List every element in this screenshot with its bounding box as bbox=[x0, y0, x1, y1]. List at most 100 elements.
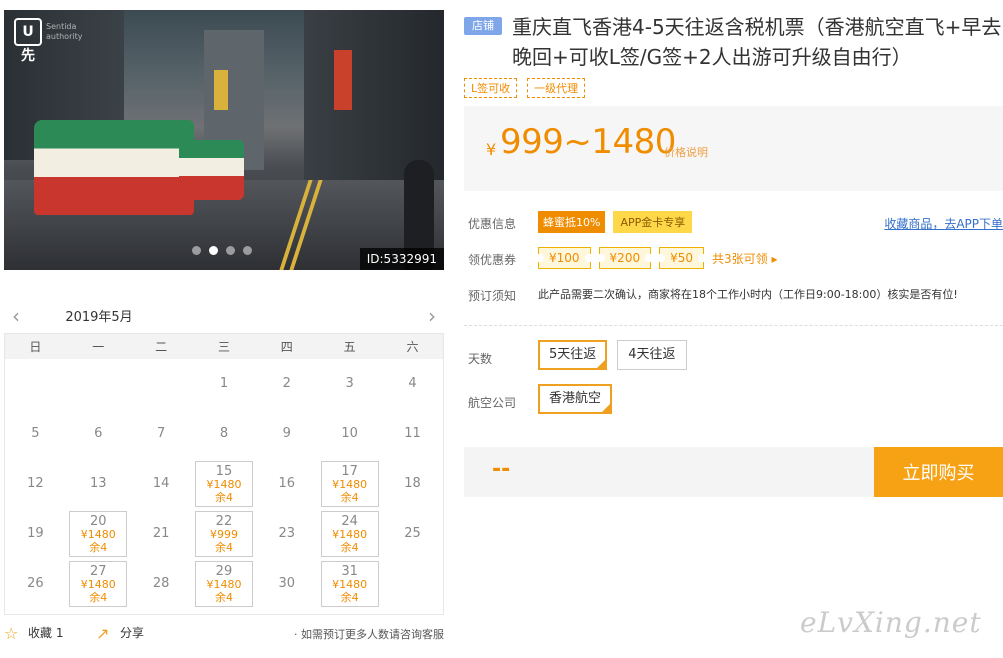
hero-building bbox=[304, 10, 444, 180]
weekday-header: 二 bbox=[129, 333, 193, 359]
calendar-cell: 13 bbox=[67, 459, 130, 509]
calendar-cell: 21 bbox=[130, 509, 193, 559]
buy-now-button[interactable]: 立即购买 bbox=[874, 447, 1003, 497]
calendar-cell: 19 bbox=[4, 509, 67, 559]
favorite-button[interactable]: ☆ 收藏 1 bbox=[4, 624, 63, 643]
calendar-day-number: 2 bbox=[282, 376, 291, 391]
calendar-day: 18 bbox=[384, 461, 442, 507]
calendar-day: 21 bbox=[132, 511, 190, 557]
notice-text: 此产品需要二次确认，商家将在18个工作小时内（工作日9:00-18:00）核实是… bbox=[538, 288, 958, 301]
calendar-cell bbox=[67, 359, 130, 409]
slide-dot[interactable] bbox=[192, 246, 201, 255]
price-note-link[interactable]: 价格说明 bbox=[664, 144, 708, 160]
calendar-cell: 16 bbox=[255, 459, 318, 509]
calendar-day-number: 14 bbox=[152, 476, 170, 491]
product-tags: L签可收 一级代理 bbox=[464, 78, 1003, 98]
calendar-cell bbox=[130, 359, 193, 409]
calendar-day-number: 22 bbox=[215, 514, 233, 529]
calendar-cell: 22 ¥999 余4 bbox=[193, 509, 256, 559]
calendar-day-available[interactable]: 27 ¥1480 余4 bbox=[69, 561, 128, 607]
calendar-day-stock: 余4 bbox=[340, 491, 359, 504]
currency-symbol: ¥ bbox=[486, 140, 497, 159]
calendar-day: 10 bbox=[321, 411, 379, 457]
calendar-day: 19 bbox=[6, 511, 64, 557]
weekday-header: 三 bbox=[192, 333, 256, 359]
selected-price-placeholder: -- bbox=[492, 457, 511, 482]
calendar-day-price: ¥1480 bbox=[206, 478, 242, 491]
calendar-day-number: 4 bbox=[408, 376, 417, 391]
notice-label: 预订须知 bbox=[468, 289, 517, 303]
calendar-day-number: 1 bbox=[219, 376, 229, 391]
calendar-cell: 14 bbox=[130, 459, 193, 509]
booking-note: · 如需预订更多人数请咨询客服 bbox=[294, 628, 444, 641]
hero-sign bbox=[334, 50, 352, 110]
promo-badge-honey: 蜂蜜抵10% bbox=[538, 211, 606, 233]
favorite-app-link[interactable]: 收藏商品，去APP下单 bbox=[884, 215, 1003, 232]
calendar-day-available[interactable]: 20 ¥1480 余4 bbox=[69, 511, 128, 557]
calendar-day-available[interactable]: 24 ¥1480 余4 bbox=[320, 511, 379, 557]
calendar-cell: 7 bbox=[130, 409, 193, 459]
calendar-day: 8 bbox=[195, 411, 253, 457]
days-option-4[interactable]: 4天往返 bbox=[617, 340, 687, 370]
share-icon: ↗ bbox=[96, 624, 110, 643]
calendar-cell: 12 bbox=[4, 459, 67, 509]
calendar-week: 12 13 14 15 ¥1480 余4 16 17 ¥1480 余4 18 bbox=[4, 459, 444, 509]
calendar-cell: 1 bbox=[193, 359, 256, 409]
calendar-week: 1 2 3 4 bbox=[4, 359, 444, 409]
share-button[interactable]: ↗ 分享 bbox=[96, 624, 144, 643]
calendar-day-number: 28 bbox=[152, 576, 170, 591]
calendar-header: ‹ 2019年5月 › bbox=[4, 298, 444, 335]
calendar-day-number: 18 bbox=[404, 476, 421, 491]
calendar-cell: 8 bbox=[193, 409, 256, 459]
calendar-day: 9 bbox=[258, 411, 316, 457]
calendar-day-stock: 余4 bbox=[214, 591, 233, 604]
calendar-day-number: 19 bbox=[27, 526, 44, 541]
chevron-left-icon[interactable]: ‹ bbox=[12, 304, 20, 328]
calendar-day-available[interactable]: 31 ¥1480 余4 bbox=[320, 561, 379, 607]
calendar-day-number: 30 bbox=[278, 576, 296, 591]
slide-dot[interactable] bbox=[226, 246, 235, 255]
coupon-100[interactable]: ¥100 bbox=[538, 247, 591, 269]
calendar-day-available[interactable]: 15 ¥1480 余4 bbox=[194, 461, 253, 507]
calendar-cell: 4 bbox=[381, 359, 444, 409]
calendar-day: 4 bbox=[384, 361, 442, 407]
promo-badge-app: APP金卡专享 bbox=[613, 211, 693, 233]
calendar-cell: 6 bbox=[67, 409, 130, 459]
chevron-right-icon[interactable]: › bbox=[428, 304, 436, 328]
calendar-cell: 26 bbox=[4, 559, 67, 609]
calendar-week: 5 6 7 8 9 10 11 bbox=[4, 409, 444, 459]
calendar-day-price: ¥1480 bbox=[80, 528, 116, 541]
days-option-5[interactable]: 5天往返 bbox=[538, 340, 608, 370]
slide-dot-active[interactable] bbox=[209, 246, 218, 255]
share-label: 分享 bbox=[120, 626, 145, 640]
calendar-day-available[interactable]: 29 ¥1480 余4 bbox=[194, 561, 253, 607]
calendar-cell bbox=[4, 359, 67, 409]
calendar-day-price: ¥1480 bbox=[332, 478, 368, 491]
calendar-day-number: 29 bbox=[215, 564, 233, 579]
coupon-more-link[interactable]: 共3张可领 ▸ bbox=[712, 250, 777, 267]
calendar-cell: 25 bbox=[381, 509, 444, 559]
calendar-cell bbox=[381, 559, 444, 609]
calendar-day-available[interactable]: 22 ¥999 余4 bbox=[194, 511, 253, 557]
coupon-200[interactable]: ¥200 bbox=[598, 247, 652, 269]
calendar-day: 5 bbox=[6, 411, 64, 457]
calendar-day: 6 bbox=[69, 411, 127, 457]
calendar-day: 11 bbox=[384, 411, 442, 457]
product-detail: 店铺 重庆直飞香港4-5天往返含税机票（香港航空直飞+早去晚回+可收L签/G签+… bbox=[464, 12, 1003, 424]
product-actions: ☆ 收藏 1 ↗ 分享 · 如需预订更多人数请咨询客服 bbox=[4, 624, 444, 646]
calendar-day-stock: 余4 bbox=[89, 591, 108, 604]
calendar-day-number: 3 bbox=[345, 376, 354, 391]
product-title-row: 店铺 重庆直飞香港4-5天往返含税机票（香港航空直飞+早去晚回+可收L签/G签+… bbox=[464, 12, 1003, 72]
weekday-header: 五 bbox=[318, 333, 382, 359]
slide-dot[interactable] bbox=[243, 246, 252, 255]
product-title: 重庆直飞香港4-5天往返含税机票（香港航空直飞+早去晚回+可收L签/G签+2人出… bbox=[512, 15, 1002, 69]
hero-image[interactable]: U先 Sentida authority ID:5332991 bbox=[4, 10, 444, 270]
image-id: ID:5332991 bbox=[359, 248, 444, 270]
coupon-50[interactable]: ¥50 bbox=[659, 247, 704, 269]
promo-row: 优惠信息 蜂蜜抵10% APP金卡专享 收藏商品，去APP下单 bbox=[464, 205, 1003, 241]
shop-tag[interactable]: 店铺 bbox=[464, 17, 502, 35]
calendar-day-available[interactable]: 17 ¥1480 余4 bbox=[320, 461, 379, 507]
airline-option-hk[interactable]: 香港航空 bbox=[538, 384, 613, 414]
calendar-week: 26 27 ¥1480 余4 28 29 ¥1480 余4 30 31 ¥1480 余4 bbox=[4, 559, 444, 609]
weekday-header: 日 bbox=[4, 333, 67, 359]
